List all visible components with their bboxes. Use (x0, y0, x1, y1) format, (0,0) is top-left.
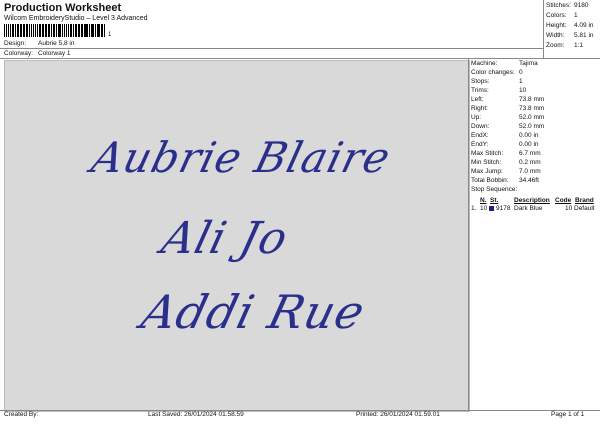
footer-last-saved: Last Saved: 26/01/2024 01.58.59 (148, 411, 244, 418)
detail-max-stitch: Max Stitch: 6.7 mm (471, 150, 541, 157)
footer-divider (0, 410, 600, 411)
barcode-bar (44, 24, 46, 37)
header-divider (0, 48, 543, 49)
barcode-bar (52, 24, 55, 37)
seq-header-n: N. (480, 197, 487, 204)
barcode-bar (29, 24, 30, 37)
summary-width: Width: 5.81 in (546, 32, 594, 39)
seq-header-st: St. (490, 197, 499, 204)
barcode-bar (46, 24, 48, 37)
thread-color-swatch (489, 206, 494, 211)
detail-color-changes: Color changes: 0 (471, 69, 523, 76)
barcode-bar (50, 24, 52, 37)
barcode-bar (11, 24, 15, 37)
detail-left: Left: 73.8 mm (471, 96, 545, 103)
design-preview: Aubrie Blaire Ali Jo Addi Rue (4, 60, 470, 412)
barcode-bar (8, 24, 10, 37)
barcode-suffix: 1 (108, 32, 112, 38)
barcode-bar (10, 24, 11, 37)
barcode-bar (104, 24, 106, 37)
seq-description-value: Dark Blue (514, 205, 543, 212)
barcode-bar (88, 24, 90, 37)
barcode-bar (57, 24, 59, 37)
footer-created-by: Created By: (4, 411, 39, 418)
barcode-bar (81, 24, 83, 37)
barcode-bar (96, 24, 98, 37)
barcode-bar (73, 24, 74, 37)
barcode (4, 24, 106, 37)
barcode-bar (59, 24, 61, 37)
design-line-1: Aubrie Blaire (86, 133, 396, 182)
colorway-label: Colorway: (4, 50, 33, 57)
barcode-bar (38, 24, 42, 37)
barcode-bar (32, 24, 35, 37)
detail-down: Down: 52.0 mm (471, 123, 545, 130)
detail-stops: Stops: 1 (471, 78, 523, 85)
barcode-bar (92, 24, 94, 37)
software-subtitle: Wilcom EmbroideryStudio – Level 3 Advanc… (4, 15, 148, 22)
summary-zoom: Zoom: 1:1 (546, 42, 584, 49)
barcode-bar (30, 24, 32, 37)
details-panel: Machine: Tajima Color changes: 0 Stops: 1 T… (469, 59, 600, 410)
barcode-bar (48, 24, 50, 37)
detail-min-stitch: Min Stitch: 0.2 mm (471, 159, 541, 166)
seq-brand-value: Default (574, 205, 595, 212)
summary-stitches: Stitches: 9180 (546, 2, 589, 9)
barcode-bar (101, 24, 104, 37)
barcode-bar (35, 24, 36, 37)
seq-header-description: Description (514, 197, 550, 204)
barcode-bar (21, 24, 23, 37)
seq-header-code: Code (555, 197, 572, 204)
barcode-bar (4, 24, 5, 37)
barcode-bar (74, 24, 77, 37)
design-value: Aubrie 5,8 in (38, 40, 75, 47)
detail-trims: Trims: 10 (471, 87, 527, 94)
seq-code-value: 10 (565, 205, 573, 212)
barcode-bar (94, 24, 96, 37)
detail-machine: Machine: Tajima (471, 60, 538, 67)
seq-st-value: 9178 (496, 205, 511, 212)
barcode-bar (69, 24, 73, 37)
design-line-2: Ali Jo (156, 213, 294, 264)
detail-endx: EndX: 0.00 in (471, 132, 539, 139)
barcode-bar (61, 24, 63, 37)
barcode-bar (25, 24, 29, 37)
barcode-bar (85, 24, 88, 37)
barcode-bar (5, 24, 8, 37)
colorway-value: Colorway 1 (38, 50, 71, 57)
barcode-bar (79, 24, 81, 37)
footer-printed: Printed: 26/01/2024 01.59.01 (356, 411, 440, 418)
summary-colors: Colors: 1 (546, 12, 578, 19)
barcode-bar (98, 24, 101, 37)
seq-stop-number: 1. (471, 205, 477, 212)
design-label: Design: (4, 40, 27, 47)
barcode-bar (90, 24, 92, 37)
barcode-bar (15, 24, 17, 37)
stop-sequence-label: Stop Sequence: (471, 186, 518, 193)
design-line-3: Addi Rue (136, 285, 371, 339)
worksheet-title: Production Worksheet (4, 2, 122, 14)
seq-header-brand: Brand (575, 197, 594, 204)
barcode-bar (36, 24, 38, 37)
detail-up: Up: 52.0 mm (471, 114, 545, 121)
footer-page: Page 1 of 1 (551, 411, 585, 418)
barcode-bar (63, 24, 66, 37)
barcode-bar (68, 24, 69, 37)
summary-height: Height: 4.09 in (546, 22, 594, 29)
summary-box: Stitches: 9180 Colors: 1 Height: 4.09 in Wi… (543, 0, 600, 49)
barcode-bar (77, 24, 79, 37)
barcode-bar (66, 24, 68, 37)
barcode-bar (55, 24, 57, 37)
barcode-bar (42, 24, 44, 37)
seq-n-value: 10 (480, 205, 488, 212)
detail-right: Right: 73.8 mm (471, 105, 545, 112)
detail-total-bobbin: Total Bobbin: 34.46ft (471, 177, 539, 184)
barcode-bar (83, 24, 85, 37)
detail-max-jump: Max Jump: 7.0 mm (471, 168, 541, 175)
barcode-bar (23, 24, 25, 37)
barcode-bar (17, 24, 19, 37)
barcode-bar (19, 24, 21, 37)
detail-endy: EndY: 0.00 in (471, 141, 539, 148)
